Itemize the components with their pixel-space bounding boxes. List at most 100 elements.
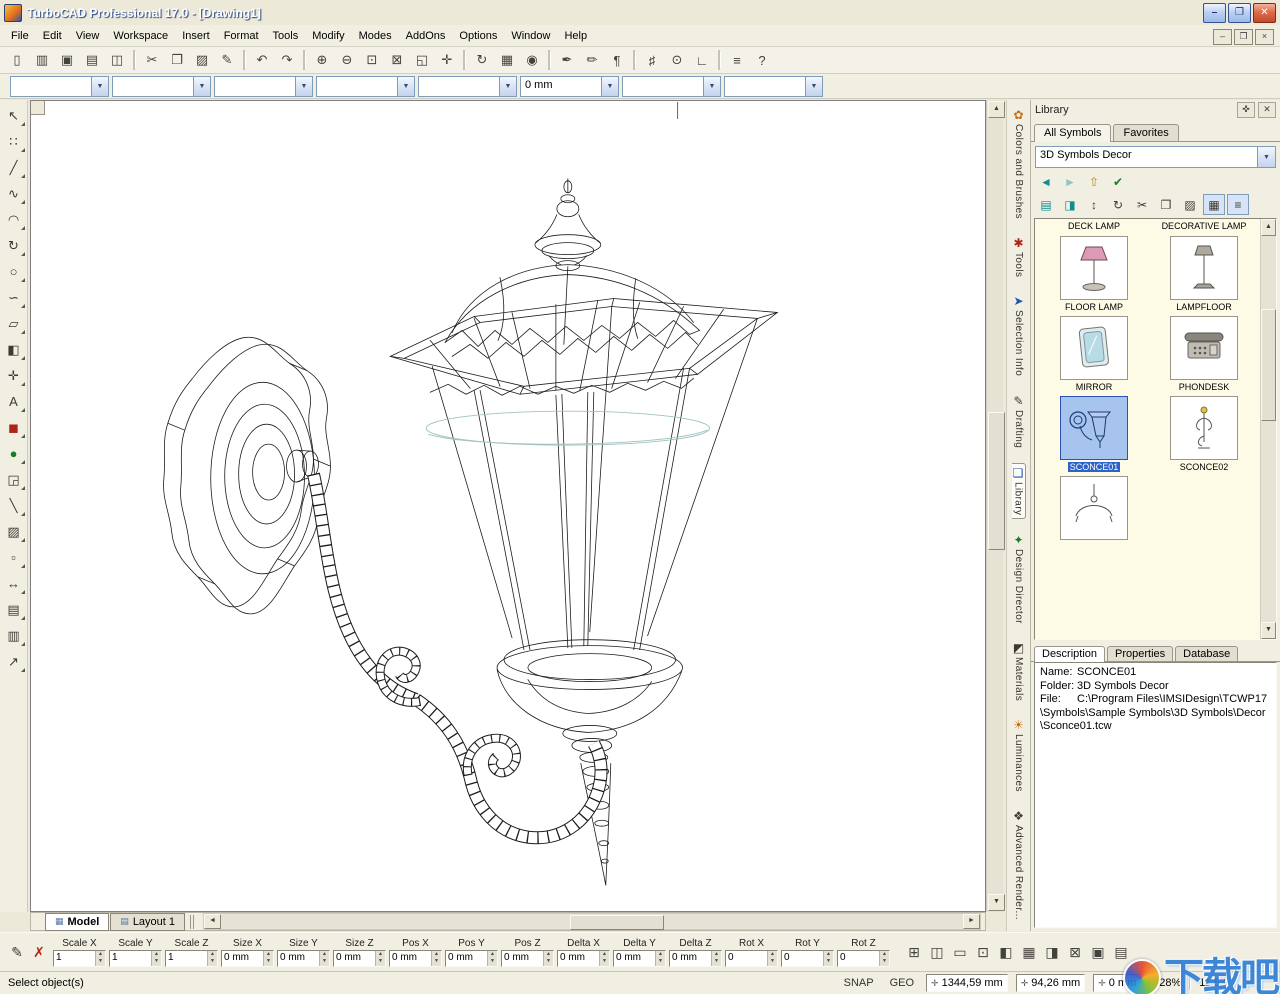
menu-modes[interactable]: Modes bbox=[352, 27, 399, 45]
copy-entity-tool[interactable]: ▥ bbox=[1, 623, 27, 648]
property-combo-7[interactable]: ▼ bbox=[622, 76, 721, 97]
library-symbol-partial[interactable] bbox=[1039, 476, 1149, 540]
library-symbol-sconce02[interactable]: SCONCE02 bbox=[1149, 396, 1259, 472]
wireframe-icon[interactable]: ▦ bbox=[495, 48, 519, 72]
spinner[interactable]: ▲▼ bbox=[711, 951, 721, 966]
inspector-field-input[interactable]: 1 ▲▼ bbox=[53, 950, 106, 967]
inspector-field-input[interactable]: 0 mm ▲▼ bbox=[501, 950, 554, 967]
chevron-down-icon[interactable]: ▼ bbox=[91, 77, 108, 96]
snap-vertex-icon[interactable]: ⊙ bbox=[665, 48, 689, 72]
library-symbol-mirror[interactable]: MIRROR bbox=[1039, 316, 1149, 392]
pen-width-combo[interactable]: 0 mm ▼ bbox=[520, 76, 619, 97]
chamfer-tool[interactable]: ╲ bbox=[1, 493, 27, 518]
property-combo-5[interactable]: ▼ bbox=[418, 76, 517, 97]
properties-icon[interactable]: ≡ bbox=[725, 48, 749, 72]
up-folder-icon[interactable]: ⇧ bbox=[1083, 171, 1105, 192]
zoom-extents-icon[interactable]: ⊠ bbox=[385, 48, 409, 72]
table-icon[interactable]: ▭ bbox=[949, 941, 971, 963]
menu-window[interactable]: Window bbox=[504, 27, 557, 45]
mdi-restore-button[interactable]: ❐ bbox=[1234, 29, 1253, 45]
library-symbol-lampfloor[interactable]: LAMPFLOOR bbox=[1149, 236, 1259, 312]
close-icon[interactable]: ✕ bbox=[1258, 102, 1276, 118]
window-restore-button[interactable]: ❐ bbox=[1228, 3, 1251, 23]
paste-symbol-icon[interactable]: ▨ bbox=[1179, 194, 1201, 215]
polyline-tool[interactable]: ∿ bbox=[1, 181, 27, 206]
coord-y-field[interactable]: ✛ 94,26 mm bbox=[1016, 974, 1085, 992]
menu-help[interactable]: Help bbox=[557, 27, 594, 45]
scroll-down-icon[interactable]: ▼ bbox=[1261, 622, 1276, 639]
zoom-in-icon[interactable]: ⊕ bbox=[310, 48, 334, 72]
snap-toggle[interactable]: SNAP bbox=[840, 976, 878, 990]
property-combo-4[interactable]: ▼ bbox=[316, 76, 415, 97]
dimension-tool[interactable]: ↔ bbox=[1, 571, 27, 596]
print-icon[interactable]: ▤ bbox=[80, 48, 104, 72]
panel-tab-materials[interactable]: ◩ Materials bbox=[1012, 639, 1025, 704]
spinner[interactable]: ▲▼ bbox=[543, 951, 553, 966]
back-icon[interactable]: ◄ bbox=[1035, 171, 1057, 192]
spinner[interactable]: ▲▼ bbox=[823, 951, 833, 966]
scroll-right-icon[interactable]: ► bbox=[963, 914, 980, 929]
forward-icon[interactable]: ► bbox=[1059, 171, 1081, 192]
format-painter-icon[interactable]: ✎ bbox=[215, 48, 239, 72]
inspector-field-input[interactable]: 1 ▲▼ bbox=[165, 950, 218, 967]
tab-layout-1[interactable]: ▤ Layout 1 bbox=[110, 913, 185, 931]
move-tool[interactable]: ✛ bbox=[1, 363, 27, 388]
zoom-region-tool[interactable]: ◲ bbox=[1, 467, 27, 492]
menu-edit[interactable]: Edit bbox=[36, 27, 69, 45]
menu-workspace[interactable]: Workspace bbox=[106, 27, 175, 45]
menu-file[interactable]: File bbox=[4, 27, 36, 45]
scroll-up-icon[interactable]: ▲ bbox=[988, 101, 1005, 118]
layer-icon[interactable]: ◧ bbox=[995, 941, 1017, 963]
property-combo-3[interactable]: ▼ bbox=[214, 76, 313, 97]
inspector-field-input[interactable]: 0 ▲▼ bbox=[837, 950, 890, 967]
chevron-down-icon[interactable]: ▼ bbox=[499, 77, 516, 96]
inspector-field-input[interactable]: 1 ▲▼ bbox=[109, 950, 162, 967]
context-help-icon[interactable]: ? bbox=[750, 48, 774, 72]
window-close-button[interactable]: ✕ bbox=[1253, 3, 1276, 23]
sphere-tool[interactable]: ● bbox=[1, 441, 27, 466]
select-tool[interactable]: ↖ bbox=[1, 103, 27, 128]
text-tool[interactable]: A bbox=[1, 389, 27, 414]
scroll-up-icon[interactable]: ▲ bbox=[1261, 219, 1276, 236]
panel-tab-colors-and-brushes[interactable]: ✿ Colors and Brushes bbox=[1012, 106, 1025, 222]
menu-insert[interactable]: Insert bbox=[175, 27, 217, 45]
symbol-grid-scrollbar[interactable]: ▲ ▼ bbox=[1260, 219, 1276, 639]
tab-all-symbols[interactable]: All Symbols bbox=[1034, 124, 1111, 142]
panel-tab-advanced-render[interactable]: ❖ Advanced Render... bbox=[1012, 807, 1025, 923]
undo-icon[interactable]: ↶ bbox=[250, 48, 274, 72]
curve-tool[interactable]: ∽ bbox=[1, 285, 27, 310]
open-category-icon[interactable]: ◨ bbox=[1059, 194, 1081, 215]
ghost-tool[interactable]: ▫ bbox=[1, 545, 27, 570]
mdi-close-button[interactable]: × bbox=[1255, 29, 1274, 45]
cut-icon[interactable]: ✂ bbox=[140, 48, 164, 72]
panel-tab-selection-info[interactable]: ➤ Selection Info bbox=[1012, 292, 1025, 379]
rotate-tool[interactable]: ↻ bbox=[1, 233, 27, 258]
tab-model[interactable]: ▦ Model bbox=[45, 913, 109, 931]
inspector-field-input[interactable]: 0 mm ▲▼ bbox=[445, 950, 498, 967]
inspector-field-input[interactable]: 0 mm ▲▼ bbox=[557, 950, 610, 967]
zoom-out-icon[interactable]: ⊖ bbox=[335, 48, 359, 72]
redo-icon[interactable]: ↷ bbox=[275, 48, 299, 72]
inspector-field-input[interactable]: 0 mm ▲▼ bbox=[613, 950, 666, 967]
scroll-track[interactable] bbox=[221, 915, 963, 928]
chevron-down-icon[interactable]: ▼ bbox=[193, 77, 210, 96]
render-icon[interactable]: ◉ bbox=[520, 48, 544, 72]
grid-toggle-icon[interactable]: ⊡ bbox=[972, 941, 994, 963]
edit-mode-icon[interactable]: ✎ bbox=[6, 941, 28, 963]
property-combo-2[interactable]: ▼ bbox=[112, 76, 211, 97]
menu-view[interactable]: View bbox=[69, 27, 107, 45]
fill-tool[interactable]: ◼ bbox=[1, 415, 27, 440]
ortho-icon[interactable]: ∟ bbox=[690, 48, 714, 72]
zoom-window-icon[interactable]: ⊡ bbox=[360, 48, 384, 72]
tab-database[interactable]: Database bbox=[1175, 646, 1238, 661]
scroll-left-icon[interactable]: ◄ bbox=[204, 914, 221, 929]
spinner[interactable]: ▲▼ bbox=[319, 951, 329, 966]
ucs-icon[interactable]: ◫ bbox=[926, 941, 948, 963]
menu-tools[interactable]: Tools bbox=[266, 27, 306, 45]
scroll-down-icon[interactable]: ▼ bbox=[988, 894, 1005, 911]
spinner[interactable]: ▲▼ bbox=[655, 951, 665, 966]
print-preview-icon[interactable]: ◫ bbox=[105, 48, 129, 72]
clipboard-tool[interactable]: ▤ bbox=[1, 597, 27, 622]
ruler-corner[interactable] bbox=[31, 101, 45, 115]
list-view-icon[interactable]: ≡ bbox=[1227, 194, 1249, 215]
